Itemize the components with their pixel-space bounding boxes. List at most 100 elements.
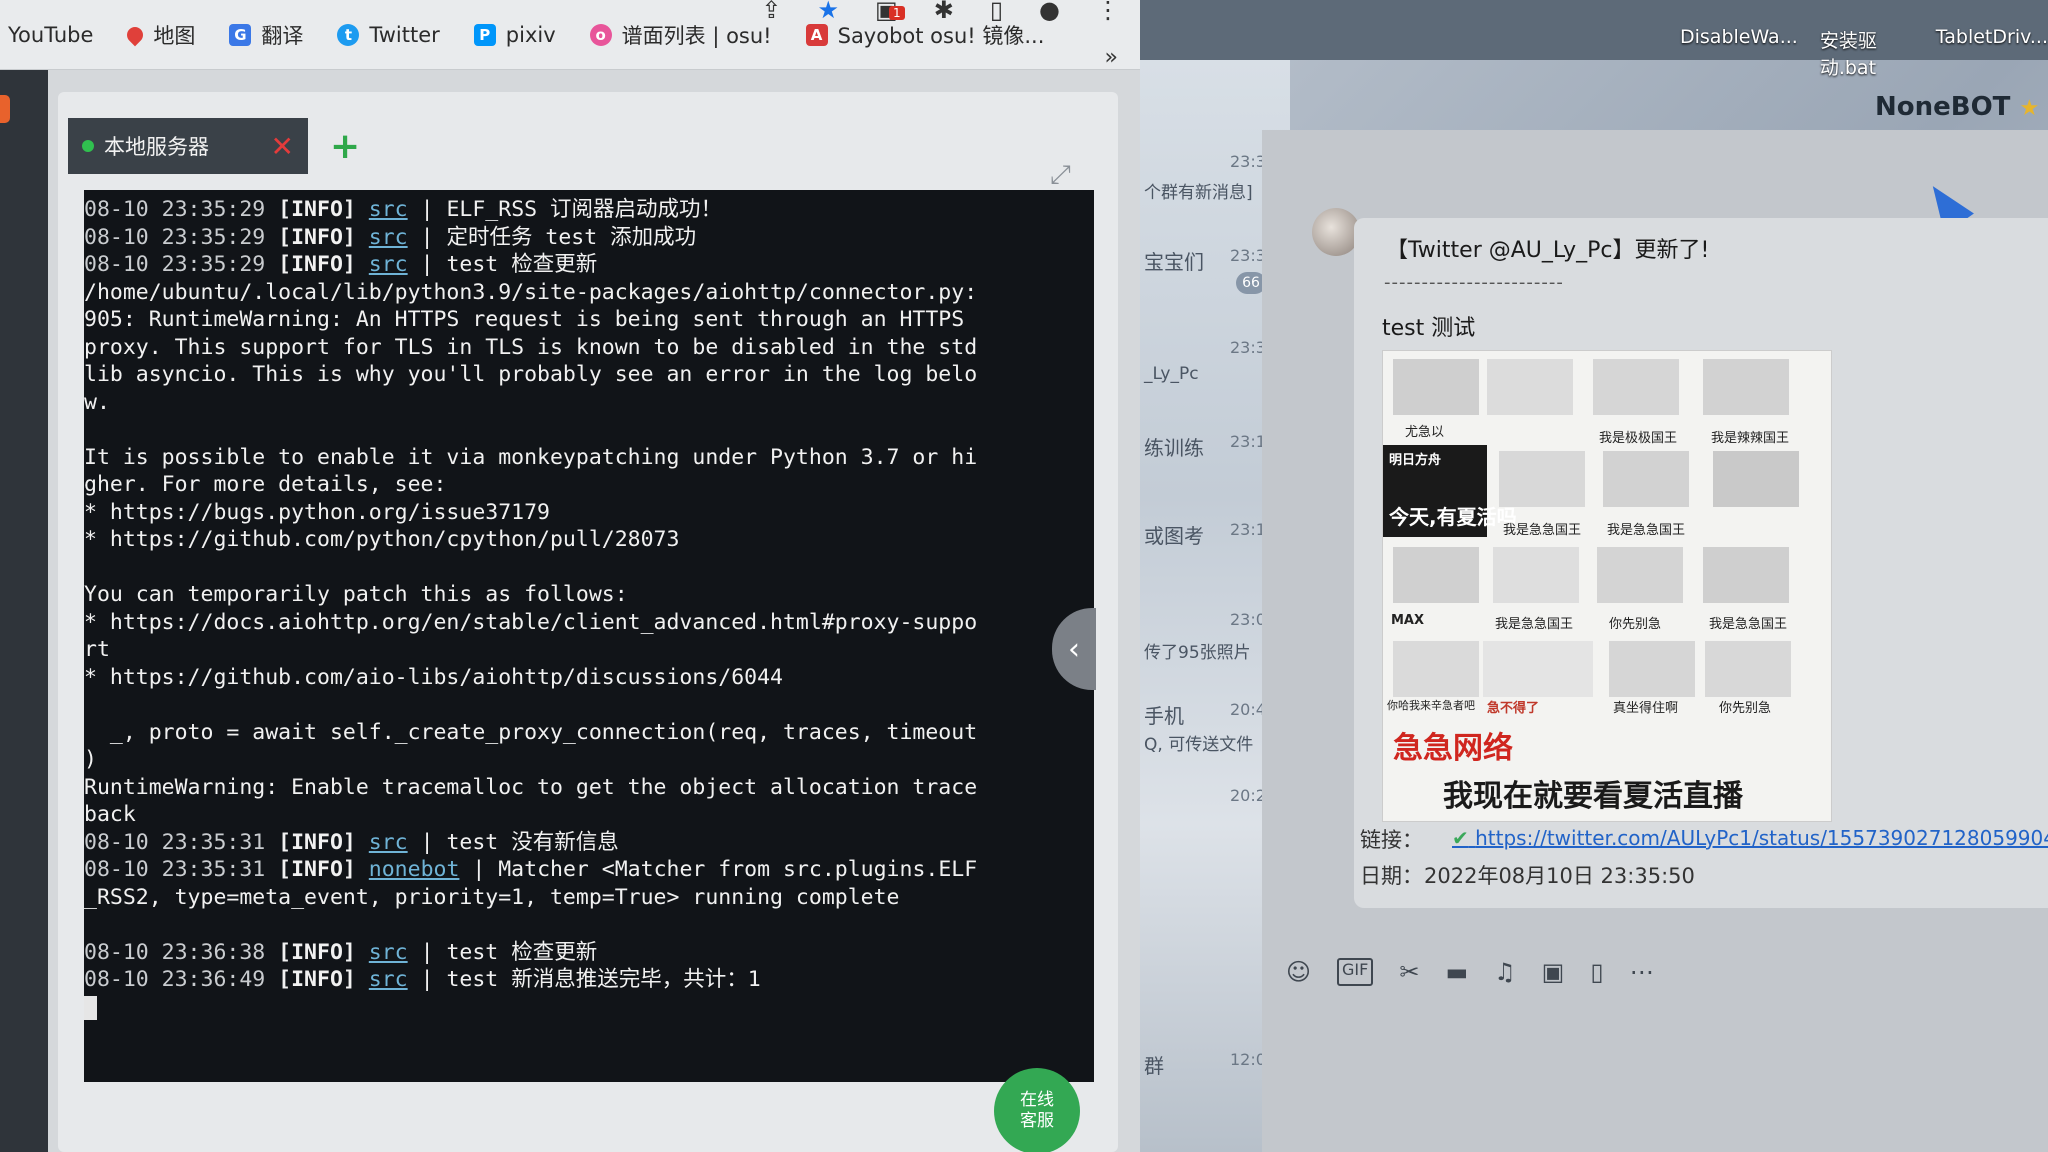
warning-line: gher. For more details, see: [84,472,447,497]
gif-icon[interactable]: GIF [1337,958,1374,986]
chat-name: Q, 可传送文件 [1144,735,1254,755]
menu-kebab-icon[interactable]: ⋮ [1096,0,1120,24]
bookmark-translate[interactable]: G 翻译 [229,20,303,50]
sticker-thumb [1493,547,1579,603]
phone-vibrate-icon[interactable]: ▯ [1590,958,1603,986]
left-sidebar [0,70,48,1152]
support-label-1: 在线 [1020,1090,1054,1110]
chat-name: 传了95张照片 [1144,643,1251,663]
warning-line [84,416,1094,444]
sticker-thumb [1393,359,1479,415]
sticker-thumb [1499,451,1585,507]
sticker-caption: 急急网络 [1393,731,1513,766]
log-source: nonebot [368,857,460,882]
warning-line: * https://github.com/python/cpython/pull… [84,527,680,552]
sticker-thumb [1487,359,1573,415]
warning-line: back [84,802,136,827]
desktop-icon-disablewa[interactable]: DisableWa... [1680,26,1798,80]
chat-name: 群 [1144,1054,1164,1078]
warning-line: It is possible to enable it via monkeypa… [84,444,978,470]
chat-name: 宝宝们 [1144,250,1204,274]
sticker-thumb [1609,641,1695,697]
chat-list-item[interactable]: 练训练 [1144,432,1204,461]
chat-title: NoneBOT ★ [1875,92,2039,122]
log-line: 08-10 23:36:38 [INFO] src | test 检查更新 [84,939,1094,967]
warning-line: RuntimeWarning: Enable tracemalloc to ge… [84,774,978,800]
chat-list-item[interactable]: 或图考 [1144,520,1204,549]
log-timestamp: 08-10 23:36:38 [84,939,266,965]
sticker-caption: 今天,有夏活吗 [1389,505,1517,529]
terminal-output[interactable]: 08-10 23:35:29 [INFO] src | ELF_RSS 订阅器启… [84,190,1094,1082]
chat-list-item[interactable]: 群 [1144,1050,1164,1079]
desktop-icon-install-driver[interactable]: 安装驱动.bat [1820,26,1914,80]
log-message: | Matcher <Matcher from src.plugins.ELF [459,857,978,882]
message-text: test 测试 [1382,316,1476,341]
add-tab-button[interactable]: + [330,126,360,167]
sticker-collage-image[interactable]: 尤急以 我是极极国王 我是辣辣国王 明日方舟 今天,有夏活吗 我是急急国王 我是… [1382,350,1832,822]
more-icon[interactable]: ⋯ [1630,958,1654,986]
chat-name: _Ly_Pc [1144,364,1199,384]
folder-icon[interactable]: ▬ [1445,958,1468,986]
message-date: 2022年08月10日 23:35:50 [1424,864,1695,888]
log-level: [INFO] [278,224,356,250]
log-source: src [368,967,408,992]
bookmark-label: YouTube [8,22,94,47]
log-level: [INFO] [278,197,356,222]
tab-local-server[interactable]: 本地服务器 ✕ [68,118,308,174]
emoji-icon[interactable]: ☺ [1286,958,1311,986]
chat-list-item[interactable]: _Ly_Pc [1144,364,1199,384]
link-label: 链接： [1360,828,1423,852]
sidebar-indicator [0,95,10,123]
chat-list-item[interactable]: 个群有新消息] [1144,178,1253,203]
twitter-bird-icon: t [337,23,360,46]
sender-avatar[interactable] [1312,208,1360,256]
sidebar-toggle-icon[interactable]: ▯ [990,0,1003,24]
bookmark-map[interactable]: 地图 [124,20,196,50]
bookmark-osu[interactable]: o 谱面列表 | osu! [589,20,772,50]
log-timestamp: 08-10 23:35:29 [84,197,266,222]
log-message: | test 新消息推送完毕，共计：1 [407,967,761,992]
desktop-shortcuts: DisableWa... 安装驱动.bat TabletDriv... [1680,26,2048,80]
warning-line: * https://docs.aiohttp.org/en/stable/cli… [84,609,978,635]
warning-line: ) [84,747,97,772]
profile-avatar-icon[interactable]: ● [1039,0,1060,24]
bookmark-twitter[interactable]: t Twitter [337,23,440,47]
desktop-icon-tabletdriver[interactable]: TabletDriv... [1936,26,2048,80]
chat-list-item[interactable]: 传了95张照片 [1144,638,1251,663]
fullscreen-icon[interactable]: ⤢ [1050,160,1071,191]
close-tab-icon[interactable]: ✕ [271,130,294,163]
puzzle-extensions-icon[interactable]: ✱ [934,0,954,24]
log-line: 08-10 23:35:29 [INFO] src | ELF_RSS 订阅器启… [84,196,1094,224]
chat-name: 或图考 [1144,524,1204,548]
online-support-button[interactable]: 在线 客服 [994,1068,1080,1152]
log-timestamp: 08-10 23:36:49 [84,967,266,992]
bookmark-sayobot[interactable]: A Sayobot osu! 镜像... [805,20,1044,50]
bookmark-pixiv[interactable]: P pixiv [473,23,556,47]
tweet-link[interactable]: ✔ https://twitter.com/AULyPc1/status/155… [1452,826,2048,850]
log-message: | ELF_RSS 订阅器启动成功！ [407,197,723,222]
chat-list-item[interactable]: 宝宝们 [1144,246,1204,275]
sticker-caption: 明日方舟 [1389,453,1442,468]
bookmark-label: 谱面列表 | osu! [621,23,772,48]
extension-badge-icon[interactable]: ▣ 1 [875,0,905,24]
bookmark-youtube[interactable]: YouTube [8,23,93,47]
sticker-caption: 真坐得住啊 [1613,701,1679,716]
chat-list-item[interactable]: Q, 可传送文件 [1144,730,1253,755]
terminal-prompt[interactable] [84,994,1094,1022]
sticker-caption: 我是辣辣国王 [1711,431,1790,446]
sticker-caption: 我现在就要看夏活直播 [1443,779,1743,814]
translate-icon: G [229,23,252,46]
log-level: [INFO] [278,252,356,277]
bookmark-star-icon[interactable]: ★ [818,0,840,24]
log-source: src [368,197,408,222]
bookmarks-overflow-button[interactable]: » [1105,45,1118,70]
image-icon[interactable]: ▣ [1542,958,1565,986]
pixiv-icon: P [473,23,496,46]
share-icon[interactable]: ⇪ [761,0,781,24]
chat-list-item[interactable]: 手机 [1144,700,1184,729]
scissors-icon[interactable]: ✂ [1399,958,1419,986]
bookmark-label: 地图 [153,23,196,48]
log-message: | test 检查更新 [407,252,598,277]
music-icon[interactable]: ♫ [1494,958,1516,986]
sticker-thumb [1703,547,1789,603]
